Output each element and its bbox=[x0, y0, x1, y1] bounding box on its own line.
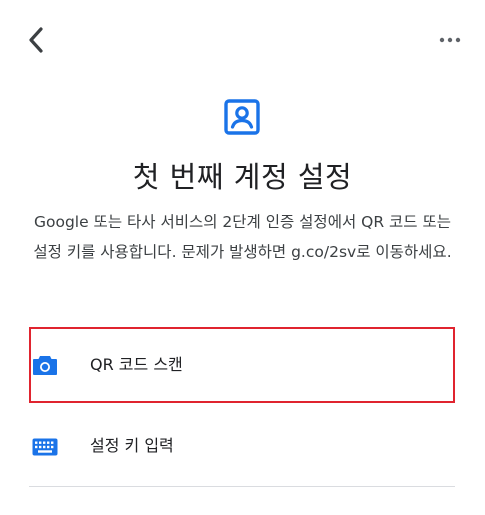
account-box-icon bbox=[223, 98, 261, 136]
enter-setup-key-option[interactable]: 설정 키 입력 bbox=[29, 409, 455, 485]
chevron-left-icon bbox=[29, 27, 43, 53]
page-title: 첫 번째 계정 설정 bbox=[132, 160, 353, 194]
keyboard-icon bbox=[31, 433, 59, 461]
top-bar bbox=[0, 0, 485, 80]
divider bbox=[29, 486, 455, 487]
enter-setup-key-label: 설정 키 입력 bbox=[90, 436, 174, 455]
back-button[interactable] bbox=[20, 22, 52, 58]
more-horizontal-icon bbox=[439, 37, 461, 43]
scan-qr-code-label: QR 코드 스캔 bbox=[90, 355, 183, 374]
scan-qr-code-option[interactable]: QR 코드 스캔 bbox=[29, 327, 455, 403]
more-options-button[interactable] bbox=[432, 28, 468, 52]
description-text: Google 또는 타사 서비스의 2단계 인증 설정에서 QR 코드 또는 설… bbox=[33, 213, 452, 261]
camera-icon bbox=[31, 351, 59, 379]
